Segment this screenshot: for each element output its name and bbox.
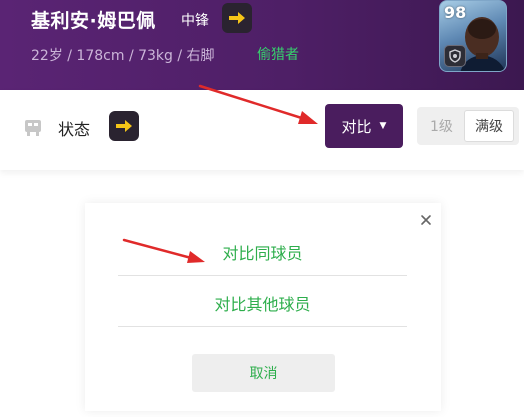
player-name: 基利安·姆巴佩 [31,10,156,32]
cancel-button[interactable]: 取消 [192,354,335,392]
compare-dropdown-button[interactable]: 对比 ▼ [325,104,403,148]
status-icon [25,120,41,136]
player-header: 基利安·姆巴佩 中锋 22岁 / 178cm / 73kg / 右脚 偷猎者 9… [0,0,524,90]
player-card[interactable]: 98 [439,0,507,72]
right-arrow-icon [229,12,245,24]
max-level-option[interactable]: 满级 [464,110,514,142]
compare-button-label: 对比 [341,117,372,136]
player-tag: 偷猎者 [257,47,299,63]
player-stats: 22岁 / 178cm / 73kg / 右脚 [31,48,215,64]
level-1-option[interactable]: 1级 [430,116,453,136]
compare-same-player-option[interactable]: 对比同球员 [118,228,407,276]
right-arrow-icon [116,120,132,132]
status-label: 状态 [58,120,91,139]
close-icon [421,215,431,225]
player-card-icon [444,45,466,67]
caret-down-icon: ▼ [379,121,387,131]
card-rating: 98 [444,3,467,22]
level-toggle: 1级 满级 [417,107,519,145]
player-position: 中锋 [181,13,209,29]
status-arrow-button[interactable] [109,111,139,141]
close-button[interactable] [416,210,436,230]
player-detail-arrow-button[interactable] [222,3,252,33]
compare-other-player-option[interactable]: 对比其他球员 [118,279,407,327]
